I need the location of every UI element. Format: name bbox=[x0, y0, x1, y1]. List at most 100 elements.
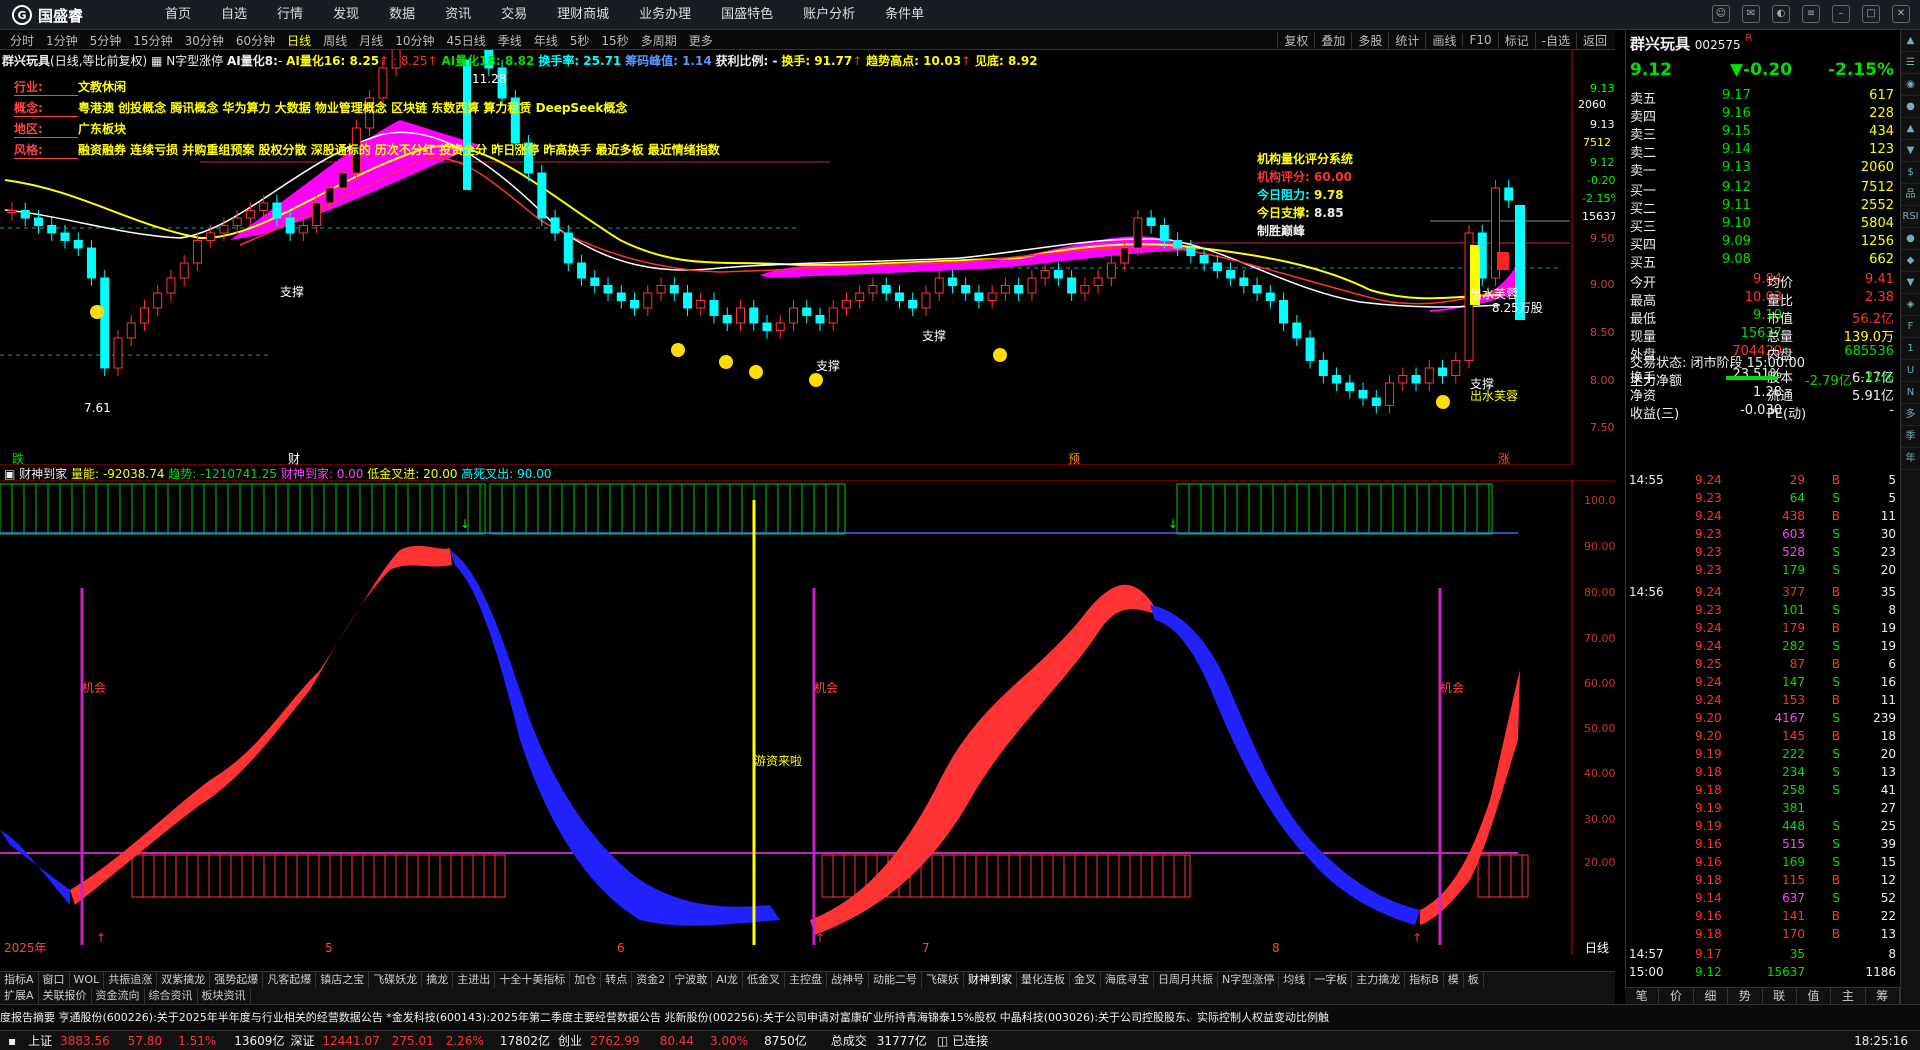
side-tool-icon[interactable]: ▲ bbox=[1901, 30, 1920, 52]
indicator-tab[interactable]: 主进出 bbox=[453, 972, 496, 988]
period-tab[interactable]: 60分钟 bbox=[230, 32, 281, 49]
top-menu-item[interactable]: 条件单 bbox=[870, 0, 939, 30]
indicator-icon[interactable]: ▣ bbox=[4, 467, 15, 481]
indicator-tab[interactable]: 一字板 bbox=[1310, 972, 1353, 988]
quote-tab[interactable]: 势 bbox=[1728, 988, 1763, 1004]
news-ticker[interactable]: 度报告摘要 亨通股份(600226):关于2025年半年度与行业相关的经营数据公… bbox=[0, 1004, 1920, 1030]
quote-tab[interactable]: 筹 bbox=[1866, 988, 1900, 1004]
indicator-tab[interactable]: 金叉 bbox=[1070, 972, 1101, 988]
side-tool-icon[interactable]: $ bbox=[1901, 162, 1920, 184]
side-tool-icon[interactable]: ▼ bbox=[1901, 272, 1920, 294]
order-book-row[interactable]: 买三 9.10 5804 bbox=[1630, 216, 1898, 235]
side-tool-icon[interactable]: N bbox=[1901, 382, 1920, 404]
side-tool-icon[interactable]: ● bbox=[1901, 96, 1920, 118]
order-book-row[interactable]: 卖四 9.16 228 bbox=[1630, 106, 1898, 125]
kline-chart[interactable]: 11.28 7.61 支撑 支撑 支撑 支撑 出水芙蓉 出水芙蓉 8.25万股跌财预涨 2060 9… bbox=[0, 0, 1621, 466]
quote-tab[interactable]: 笔 bbox=[1625, 988, 1660, 1004]
side-tool-icon[interactable]: F bbox=[1901, 316, 1920, 338]
period-tab[interactable]: 更多 bbox=[683, 32, 719, 49]
indicator-tab[interactable]: 日周月共振 bbox=[1154, 972, 1218, 988]
order-book-row[interactable]: 卖五 9.17 617 bbox=[1630, 88, 1898, 107]
chart-tool-button[interactable]: 画线 bbox=[1425, 31, 1462, 49]
period-tab[interactable]: 季线 bbox=[492, 32, 528, 49]
period-tab[interactable]: 月线 bbox=[353, 32, 389, 49]
indicator-tab[interactable]: 飞碟妖 bbox=[922, 972, 964, 988]
indicator-tab[interactable]: 指标A bbox=[0, 972, 39, 988]
sz-label[interactable]: 深证 bbox=[290, 1032, 314, 1049]
top-menu-item[interactable]: 资讯 bbox=[430, 0, 486, 30]
period-tab[interactable]: 15分钟 bbox=[127, 32, 178, 49]
indicator-tab[interactable]: AI龙 bbox=[712, 972, 743, 988]
indicator-tab[interactable]: 均线 bbox=[1279, 972, 1311, 988]
indicator-tab[interactable]: 低金叉 bbox=[743, 972, 785, 988]
quote-tab[interactable]: 值 bbox=[1797, 988, 1832, 1004]
quote-tab[interactable]: 联 bbox=[1763, 988, 1797, 1004]
indicator-tab[interactable]: 强势起爆 bbox=[210, 972, 264, 988]
top-menu-item[interactable]: 自选 bbox=[206, 0, 262, 30]
indicator-tab[interactable]: 海底寻宝 bbox=[1101, 972, 1154, 988]
indicator-tab[interactable]: 动能二号 bbox=[869, 972, 922, 988]
quote-tab[interactable]: 价 bbox=[1659, 988, 1694, 1004]
indicator-name[interactable]: 财神到家 bbox=[19, 467, 67, 481]
period-tab[interactable]: 年线 bbox=[528, 32, 564, 49]
menu-icon[interactable]: ≡ bbox=[1802, 5, 1820, 23]
quote-tab[interactable]: 细 bbox=[1694, 988, 1729, 1004]
period-tab[interactable]: 45日线 bbox=[440, 32, 491, 49]
side-tool-icon[interactable]: ▲ bbox=[1901, 118, 1920, 140]
period-tab[interactable]: 1分钟 bbox=[40, 32, 84, 49]
side-tool-icon[interactable]: ▼ bbox=[1901, 140, 1920, 162]
close-icon[interactable]: ✕ bbox=[1892, 5, 1910, 23]
mail-icon[interactable]: ✉ bbox=[1742, 5, 1760, 23]
top-menu-item[interactable]: 行情 bbox=[262, 0, 318, 30]
side-tool-icon[interactable]: 品 bbox=[1901, 184, 1920, 206]
chart-tool-button[interactable]: F10 bbox=[1462, 33, 1497, 47]
sh-label[interactable]: 上证 bbox=[28, 1032, 52, 1049]
order-book-row[interactable]: 卖二 9.14 123 bbox=[1630, 142, 1898, 161]
indicator-tab[interactable]: WOL bbox=[70, 972, 105, 988]
app-logo[interactable]: G 国盛睿 bbox=[12, 4, 83, 26]
period-tab[interactable]: 10分钟 bbox=[389, 32, 440, 49]
indicator-tab[interactable]: 凡客起爆 bbox=[263, 972, 317, 988]
maximize-icon[interactable]: □ bbox=[1862, 5, 1880, 23]
side-tool-icon[interactable]: ◆ bbox=[1901, 250, 1920, 272]
extension-tab[interactable]: 关联报价 bbox=[39, 988, 92, 1004]
top-menu-item[interactable]: 发现 bbox=[318, 0, 374, 30]
side-tool-icon[interactable]: 季 bbox=[1901, 426, 1920, 448]
period-tab[interactable]: 30分钟 bbox=[179, 32, 230, 49]
indicator-tab[interactable]: 资金2 bbox=[632, 972, 671, 988]
top-menu-item[interactable]: 国盛特色 bbox=[706, 0, 788, 30]
indicator-tab[interactable]: 镇店之宝 bbox=[316, 972, 370, 988]
period-tab[interactable]: 多周期 bbox=[635, 32, 683, 49]
side-tool-icon[interactable]: ◈ bbox=[1901, 294, 1920, 316]
order-book-row[interactable]: 买四 9.09 1256 bbox=[1630, 234, 1898, 253]
side-tool-icon[interactable]: 1 bbox=[1901, 338, 1920, 360]
chart-tool-button[interactable]: 统计 bbox=[1388, 31, 1425, 49]
extension-tab[interactable]: 资金流向 bbox=[92, 988, 145, 1004]
chart-tool-button[interactable]: -自选 bbox=[1534, 31, 1576, 49]
period-tab[interactable]: 5秒 bbox=[564, 32, 596, 49]
period-tab[interactable]: 分时 bbox=[4, 32, 40, 49]
order-book-row[interactable]: 卖三 9.15 434 bbox=[1630, 124, 1898, 143]
chart-tool-button[interactable]: 叠加 bbox=[1314, 31, 1351, 49]
side-tool-icon[interactable]: ◉ bbox=[1901, 74, 1920, 96]
period-tab[interactable]: 周线 bbox=[317, 32, 353, 49]
indicator-tab[interactable]: 指标B bbox=[1405, 972, 1444, 988]
side-tool-icon[interactable]: ☰ bbox=[1901, 52, 1920, 74]
indicator-tab[interactable]: 主力擒龙 bbox=[1352, 972, 1406, 988]
indicator-tab[interactable]: 主控盘 bbox=[785, 972, 827, 988]
chart-tool-button[interactable]: 复权 bbox=[1277, 31, 1314, 49]
indicator-tab[interactable]: 飞碟妖龙 bbox=[369, 972, 423, 988]
period-tab[interactable]: 15秒 bbox=[595, 32, 634, 49]
indicator-tab[interactable]: 窗口 bbox=[39, 972, 70, 988]
extension-tab[interactable]: 综合资讯 bbox=[145, 988, 198, 1004]
chart-tool-button[interactable]: 返回 bbox=[1575, 31, 1613, 49]
chart-tool-button[interactable]: 标记 bbox=[1497, 31, 1535, 49]
side-tool-icon[interactable]: 多 bbox=[1901, 404, 1920, 426]
indicator-tab[interactable]: 加仓 bbox=[570, 972, 602, 988]
chat-icon[interactable]: ☺ bbox=[1712, 5, 1730, 23]
indicator-tab[interactable]: 擒龙 bbox=[422, 972, 454, 988]
side-tool-icon[interactable]: U bbox=[1901, 360, 1920, 382]
chart-tool-button[interactable]: 多股 bbox=[1351, 31, 1388, 49]
side-tool-icon[interactable]: ● bbox=[1901, 228, 1920, 250]
top-menu-item[interactable]: 理财商城 bbox=[542, 0, 624, 30]
